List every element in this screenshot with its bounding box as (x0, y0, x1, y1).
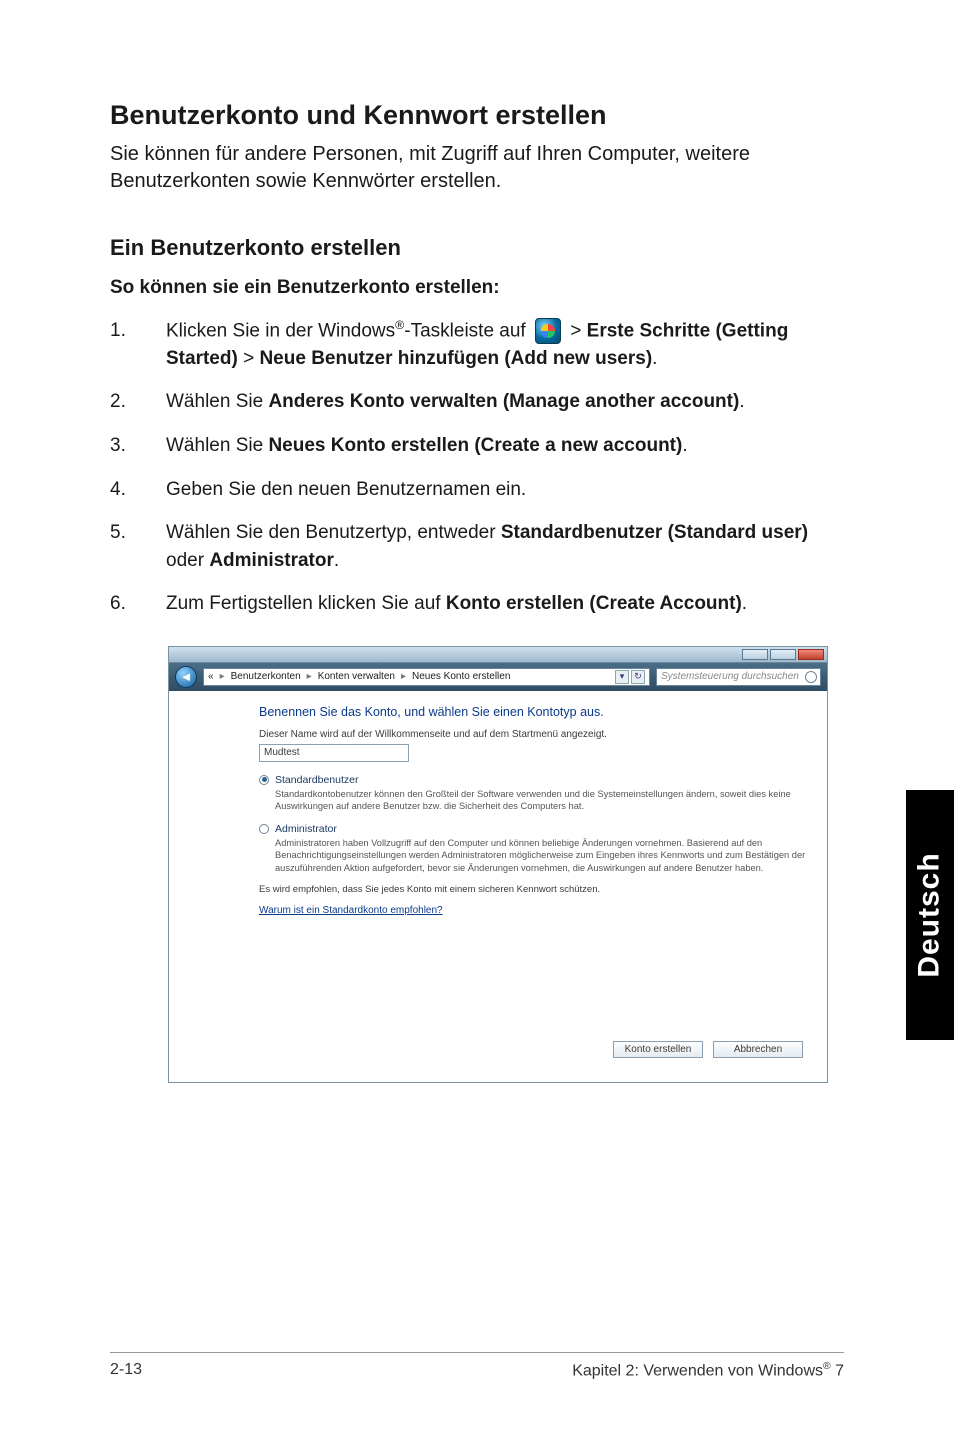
search-input[interactable]: Systemsteuerung durchsuchen (656, 668, 821, 686)
radio-unselected-icon[interactable] (259, 824, 269, 834)
step-6: 6. Zum Fertigstellen klicken Sie auf Kon… (110, 590, 844, 618)
step-body: Geben Sie den neuen Benutzernamen ein. (166, 476, 844, 504)
subsection-title: Ein Benutzerkonto erstellen (110, 235, 844, 261)
dialog-button-row: Konto erstellen Abbrechen (169, 1031, 827, 1082)
step-number: 5. (110, 519, 130, 574)
text: Zum Fertigstellen klicken Sie auf (166, 593, 446, 614)
text: . (652, 348, 657, 369)
leadin: So können sie ein Benutzerkonto erstelle… (110, 277, 844, 299)
chevron-right-icon: ▸ (401, 671, 406, 682)
text: Wählen Sie (166, 391, 268, 412)
recommendation-text: Es wird empfohlen, dass Sie jedes Konto … (259, 884, 807, 895)
text: Wählen Sie den Benutzertyp, entweder (166, 522, 501, 543)
option-explanation: Standardkontobenutzer können den Großtei… (259, 788, 807, 813)
chevron-right-icon: ▸ (220, 671, 225, 682)
step-5: 5. Wählen Sie den Benutzertyp, entweder … (110, 519, 844, 574)
text: . (739, 391, 744, 412)
step-4: 4. Geben Sie den neuen Benutzernamen ein… (110, 476, 844, 504)
window-titlebar (169, 647, 827, 663)
step-body: Wählen Sie den Benutzertyp, entweder Sta… (166, 519, 844, 574)
step-number: 1. (110, 317, 130, 372)
chapter-label: Kapitel 2: Verwenden von Windows® 7 (572, 1361, 844, 1380)
window-content: Benennen Sie das Konto, und wählen Sie e… (169, 691, 827, 1031)
bold: Konto erstellen (Create Account) (446, 593, 742, 614)
step-number: 6. (110, 590, 130, 618)
page-number: 2-13 (110, 1361, 142, 1380)
step-body: Klicken Sie in der Windows®-Taskleiste a… (166, 317, 844, 372)
text: . (682, 435, 687, 456)
registered-mark: ® (823, 1361, 831, 1372)
option-label: Administrator (275, 823, 337, 835)
text: Kapitel 2: Verwenden von Windows (572, 1362, 823, 1379)
option-explanation: Administratoren haben Vollzugriff auf de… (259, 837, 807, 875)
step-1: 1. Klicken Sie in der Windows®-Taskleist… (110, 317, 844, 372)
text: 7 (831, 1362, 844, 1379)
step-number: 3. (110, 432, 130, 460)
create-account-button[interactable]: Konto erstellen (613, 1041, 703, 1058)
text: . (742, 593, 747, 614)
input-value: Mudtest (264, 747, 300, 758)
step-number: 4. (110, 476, 130, 504)
back-button[interactable]: ◄ (175, 666, 197, 688)
breadcrumb-root-icon: « (208, 671, 214, 682)
step-number: 2. (110, 388, 130, 416)
step-2: 2. Wählen Sie Anderes Konto verwalten (M… (110, 388, 844, 416)
text: Klicken Sie in der Windows (166, 320, 395, 341)
search-icon (805, 671, 817, 683)
screenshot-window: ◄ « ▸ Benutzerkonten ▸ Konten verwalten … (168, 646, 828, 1083)
option-standard-user[interactable]: Standardbenutzer Standardkontobenutzer k… (259, 774, 807, 813)
dialog-description: Dieser Name wird auf der Willkommenseite… (259, 729, 807, 740)
account-name-input[interactable]: Mudtest (259, 744, 409, 762)
text: -Taskleiste auf (404, 320, 531, 341)
close-button[interactable] (798, 649, 824, 660)
option-administrator[interactable]: Administrator Administratoren haben Voll… (259, 823, 807, 875)
language-tab: Deutsch (906, 790, 954, 1040)
breadcrumb-seg[interactable]: Benutzerkonten (231, 671, 301, 682)
step-body: Wählen Sie Neues Konto erstellen (Create… (166, 432, 844, 460)
bold: Standardbenutzer (Standard user) (501, 522, 808, 543)
step-body: Wählen Sie Anderes Konto verwalten (Mana… (166, 388, 844, 416)
bold: Administrator (209, 550, 334, 571)
option-label: Standardbenutzer (275, 774, 358, 786)
cancel-button[interactable]: Abbrechen (713, 1041, 803, 1058)
steps-list: 1. Klicken Sie in der Windows®-Taskleist… (110, 317, 844, 618)
language-tab-label: Deutsch (913, 852, 947, 977)
text: oder (166, 550, 209, 571)
maximize-button[interactable] (770, 649, 796, 660)
arrow-left-icon: ◄ (180, 669, 193, 684)
bold: Neue Benutzer hinzufügen (Add new users) (259, 348, 652, 369)
dialog-heading: Benennen Sie das Konto, und wählen Sie e… (259, 705, 807, 719)
bold: Anderes Konto verwalten (Manage another … (268, 391, 739, 412)
minimize-button[interactable] (742, 649, 768, 660)
search-placeholder: Systemsteuerung durchsuchen (661, 671, 799, 682)
text: . (334, 550, 339, 571)
dropdown-icon[interactable]: ▾ (615, 670, 629, 684)
bold: Neues Konto erstellen (Create a new acco… (268, 435, 682, 456)
refresh-icon[interactable]: ↻ (631, 670, 645, 684)
why-standard-link[interactable]: Warum ist ein Standardkonto empfohlen? (259, 905, 443, 916)
registered-mark: ® (395, 318, 404, 332)
radio-selected-icon[interactable] (259, 775, 269, 785)
breadcrumb-seg[interactable]: Konten verwalten (318, 671, 395, 682)
section-intro: Sie können für andere Personen, mit Zugr… (110, 141, 844, 195)
start-orb-icon (535, 318, 561, 344)
window-navbar: ◄ « ▸ Benutzerkonten ▸ Konten verwalten … (169, 663, 827, 691)
step-3: 3. Wählen Sie Neues Konto erstellen (Cre… (110, 432, 844, 460)
section-title: Benutzerkonto und Kennwort erstellen (110, 100, 844, 131)
page: Benutzerkonto und Kennwort erstellen Sie… (0, 0, 954, 1438)
text: Wählen Sie (166, 435, 268, 456)
text: > (565, 320, 587, 341)
breadcrumb-seg[interactable]: Neues Konto erstellen (412, 671, 510, 682)
breadcrumb[interactable]: « ▸ Benutzerkonten ▸ Konten verwalten ▸ … (203, 668, 650, 686)
chevron-right-icon: ▸ (307, 671, 312, 682)
step-body: Zum Fertigstellen klicken Sie auf Konto … (166, 590, 844, 618)
page-footer: 2-13 Kapitel 2: Verwenden von Windows® 7 (110, 1352, 844, 1380)
text: > (238, 348, 260, 369)
